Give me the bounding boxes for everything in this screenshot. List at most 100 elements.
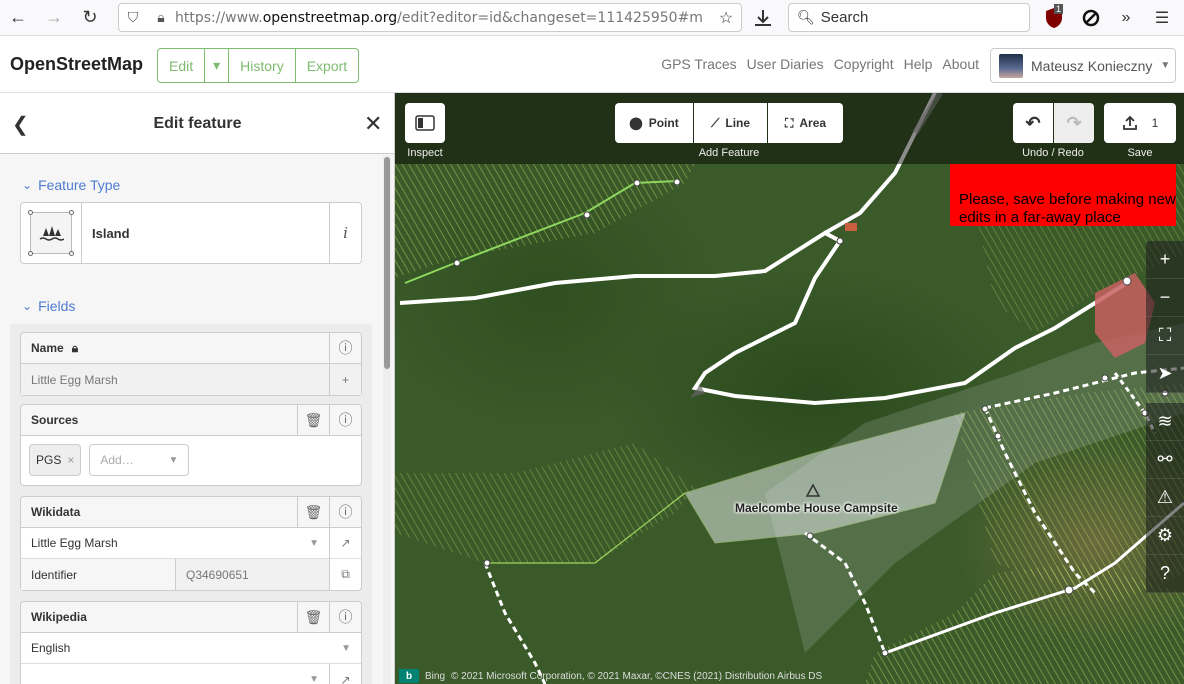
copy-icon[interactable]: ⧉ [329, 559, 361, 590]
remove-chip-icon[interactable]: × [67, 453, 74, 467]
zoom-in-icon[interactable]: + [1146, 241, 1184, 279]
help-icon[interactable]: ? [1146, 555, 1184, 593]
download-icon[interactable] [752, 8, 774, 28]
redo-button[interactable]: ↷ [1054, 103, 1094, 143]
name-field-label: Name 🔒︎ ⓘ [21, 332, 361, 364]
hamburger-menu-icon[interactable]: ☰ [1150, 6, 1174, 30]
sidebar-header: ❮ Edit feature ✕ [0, 93, 394, 154]
bookmark-star-icon[interactable]: ☆ [711, 8, 741, 28]
user-name: Mateusz Konieczny [1031, 57, 1153, 74]
undo-button[interactable]: ↶ [1013, 103, 1053, 143]
edit-button[interactable]: Edit [158, 49, 206, 82]
nav-link-help[interactable]: Help [904, 56, 933, 72]
add-line-button[interactable]: ⟋ Line [694, 103, 767, 143]
back-icon[interactable]: ← [0, 0, 36, 36]
area-icon: ⛶ [784, 115, 794, 130]
chevron-down-icon: ▼ [168, 454, 179, 466]
extension-badge: 1 [1054, 4, 1064, 14]
export-button[interactable]: Export [296, 49, 358, 82]
trash-icon[interactable]: 🗑︎ [297, 404, 329, 436]
chevron-down-icon: ▼ [309, 537, 319, 549]
site-logo[interactable]: OpenStreetMap [10, 54, 143, 75]
bing-logo-icon: b [399, 669, 419, 683]
top-nav-links: GPS Traces User Diaries Copyright Help A… [661, 56, 979, 72]
wikipedia-field: Wikipedia 🗑︎ ⓘ English ▼ ▼ ↗ [20, 601, 362, 684]
sources-values: PGS × Add… ▼ [21, 436, 361, 484]
nav-link-user-diaries[interactable]: User Diaries [747, 56, 824, 72]
sidebar-scrollbar[interactable] [383, 155, 391, 684]
name-field: Name 🔒︎ ⓘ Little Egg Marsh + [20, 332, 362, 396]
wikipedia-title-combo[interactable]: ▼ ↗ [21, 664, 361, 684]
feature-type-section-toggle[interactable]: ⌄ Feature Type [22, 177, 120, 193]
sources-field-label: Sources 🗑︎ ⓘ [21, 404, 361, 436]
source-chip[interactable]: PGS × [29, 444, 82, 476]
sources-add-combo[interactable]: Add… ▼ [89, 444, 190, 476]
add-point-button[interactable]: ⬤ Point [615, 103, 693, 143]
search-icon: 🔍︎ [797, 9, 815, 25]
history-button[interactable]: History [229, 49, 296, 82]
info-icon[interactable]: ⓘ [329, 332, 361, 364]
fields-section-toggle[interactable]: ⌄ Fields [22, 298, 75, 314]
edit-dropdown-chevron-icon[interactable]: ▾ [205, 49, 230, 82]
external-link-icon[interactable]: ↗ [329, 664, 361, 684]
reload-icon[interactable]: ↻ [72, 0, 108, 36]
save-button[interactable]: 1 [1104, 103, 1176, 143]
sources-add-placeholder: Add… [100, 453, 134, 467]
url-text[interactable]: https://www.openstreetmap.org/edit?edito… [175, 10, 711, 26]
layers-icon[interactable]: ≋ [1146, 403, 1184, 441]
area-label: Area [799, 116, 827, 130]
identifier-row: Identifier Q34690651 ⧉ [21, 559, 361, 590]
preferences-icon[interactable]: ⚙ [1146, 517, 1184, 555]
info-icon[interactable]: ⓘ [329, 601, 361, 633]
url-domain: openstreetmap.org [262, 9, 398, 26]
info-icon[interactable]: ⓘ [329, 404, 361, 436]
nav-link-copyright[interactable]: Copyright [834, 56, 894, 72]
preset-selector[interactable]: Island i [20, 202, 362, 264]
wikipedia-language-combo[interactable]: English ▼ [21, 633, 361, 664]
wikidata-combo[interactable]: Little Egg Marsh ▼ ↗ [21, 527, 361, 559]
zoom-out-icon[interactable]: − [1146, 279, 1184, 317]
trash-icon[interactable]: 🗑︎ [297, 496, 329, 528]
bing-label: Bing [425, 670, 446, 682]
wikipedia-field-label: Wikipedia 🗑︎ ⓘ [21, 601, 361, 633]
osm-header: OpenStreetMap Edit ▾ History Export GPS … [0, 37, 1184, 93]
shield-icon[interactable]: ⛉ [119, 9, 147, 26]
map-canvas[interactable]: Inspect ⬤ Point ⟋ Line ⛶ Area Add Feature ↶… [395, 93, 1184, 684]
attribution-text[interactable]: © 2021 Microsoft Corporation, © 2021 Max… [451, 671, 822, 682]
map-data-icon[interactable]: ⚯ [1146, 441, 1184, 479]
trash-icon[interactable]: 🗑︎ [297, 601, 329, 633]
nav-link-about[interactable]: About [942, 56, 979, 72]
scrollbar-thumb[interactable] [384, 157, 390, 369]
add-localized-name-icon[interactable]: + [329, 364, 361, 395]
name-input[interactable]: Little Egg Marsh + [21, 364, 361, 395]
imagery-attribution: b Bing © 2021 Microsoft Corporation, © 2… [395, 668, 1184, 684]
identifier-value[interactable]: Q34690651 [176, 559, 329, 590]
inspect-panel-toggle-button[interactable] [405, 103, 445, 143]
ublock-extension-icon[interactable]: 1 [1042, 4, 1066, 30]
browser-search-input[interactable]: 🔍︎ Search [788, 3, 1030, 32]
zoom-to-selection-icon[interactable]: ⛶ [1146, 317, 1184, 355]
chevron-down-icon: ▼ [1160, 60, 1171, 71]
undo-icon: ↶ [1025, 112, 1041, 133]
add-area-button[interactable]: ⛶ Area [768, 103, 843, 143]
map-controls: + − ⛶ ➤ ≋ ⚯ ⚠ ⚙ ? [1146, 241, 1184, 593]
close-icon[interactable]: ✕ [364, 111, 382, 137]
forward-icon[interactable]: → [36, 0, 72, 36]
external-link-icon[interactable]: ↗ [329, 527, 361, 559]
block-extension-icon[interactable] [1079, 6, 1103, 30]
geolocate-icon[interactable]: ➤ [1146, 355, 1184, 393]
preset-name: Island [92, 225, 130, 241]
name-label: Name [31, 341, 64, 355]
save-label: Save [1127, 147, 1153, 159]
nav-link-gps-traces[interactable]: GPS Traces [661, 56, 736, 72]
name-value: Little Egg Marsh [31, 372, 118, 387]
overflow-chevron-icon[interactable]: » [1114, 6, 1138, 30]
sidebar-toggle-icon [415, 115, 435, 131]
user-menu[interactable]: Mateusz Konieczny ▼ [990, 48, 1176, 83]
wikipedia-label: Wikipedia [31, 610, 87, 624]
issues-warning-icon[interactable]: ⚠ [1146, 479, 1184, 517]
info-icon[interactable]: ⓘ [329, 496, 361, 528]
info-icon[interactable]: i [329, 203, 361, 263]
address-bar[interactable]: ⛉ 🔒︎ https://www.openstreetmap.org/edit?… [118, 3, 742, 32]
lock-icon[interactable]: 🔒︎ [147, 9, 175, 26]
